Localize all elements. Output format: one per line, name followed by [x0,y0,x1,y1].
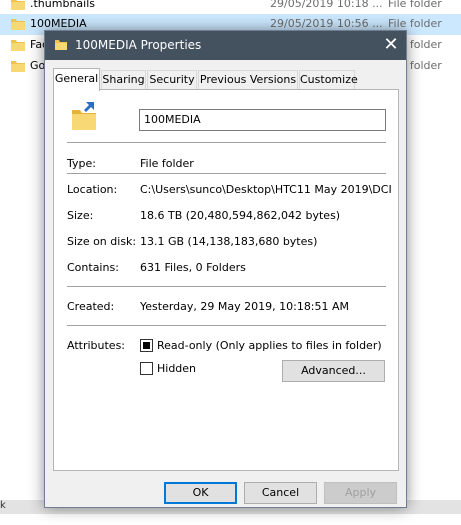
file-name: .thumbnails [30,0,96,10]
tab-sharing[interactable]: Sharing [101,70,146,90]
size-value: 18.6 TB (20,480,594,862,042 bytes) [140,209,341,222]
folder-name-input[interactable]: 100MEDIA [139,109,386,131]
folder-icon [55,40,67,50]
properties-dialog: 100MEDIA Properties ✕ General Sharing Se… [44,30,407,508]
status-text: k [0,500,6,511]
attributes-label: Attributes: [67,339,126,352]
cancel-button[interactable]: Cancel [244,482,317,504]
type-value: File folder [140,157,194,170]
folder-icon [11,0,25,10]
file-name: Go [30,59,46,72]
apply-button[interactable]: Apply [324,482,397,504]
type-label: Type: [67,157,96,170]
general-panel: 100MEDIA Type: File folder Location: C:\… [53,89,399,471]
folder-shortcut-icon [72,102,96,130]
advanced-button[interactable]: Advanced... [282,360,385,382]
tab-strip: General Sharing Security Previous Versio… [53,68,399,91]
folder-icon [11,19,25,30]
tab-customize[interactable]: Customize [299,70,358,90]
readonly-label[interactable]: Read-only (Only applies to files in fold… [157,339,382,352]
created-label: Created: [67,300,115,313]
contains-value: 631 Files, 0 Folders [140,261,246,274]
file-row-thumbnails[interactable]: .thumbnails 29/05/2019 10:18 ... File fo… [0,0,461,15]
divider [67,286,386,287]
size-on-disk-label: Size on disk: [67,235,137,248]
tab-security[interactable]: Security [147,70,197,90]
divider [67,325,386,326]
title-bar[interactable]: 100MEDIA Properties ✕ [45,31,406,60]
file-date: 29/05/2019 10:18 ... [270,0,383,10]
folder-icon [11,40,25,51]
file-type: File folder [388,17,442,30]
location-value: C:\Users\sunco\Desktop\HTC11 May 2019\DC… [140,183,392,196]
close-icon[interactable]: ✕ [380,34,402,56]
size-label: Size: [67,209,94,222]
tab-general[interactable]: General [53,68,100,91]
folder-icon [11,61,25,72]
file-date: 29/05/2019 10:56 ... [270,17,383,30]
created-value: Yesterday, 29 May 2019, 10:18:51 AM [140,300,350,313]
size-on-disk-value: 13.1 GB (14,138,183,680 bytes) [140,235,318,248]
divider [67,173,386,174]
contains-label: Contains: [67,261,119,274]
hidden-label[interactable]: Hidden [157,362,196,375]
readonly-checkbox[interactable] [140,339,153,352]
ok-button[interactable]: OK [164,482,237,504]
file-type: File folder [388,0,442,10]
hidden-checkbox[interactable] [140,362,153,375]
file-name: 100MEDIA [30,17,87,30]
dialog-title: 100MEDIA Properties [75,38,202,52]
location-label: Location: [67,183,118,196]
tab-previous-versions[interactable]: Previous Versions [198,70,298,90]
divider [67,142,386,143]
